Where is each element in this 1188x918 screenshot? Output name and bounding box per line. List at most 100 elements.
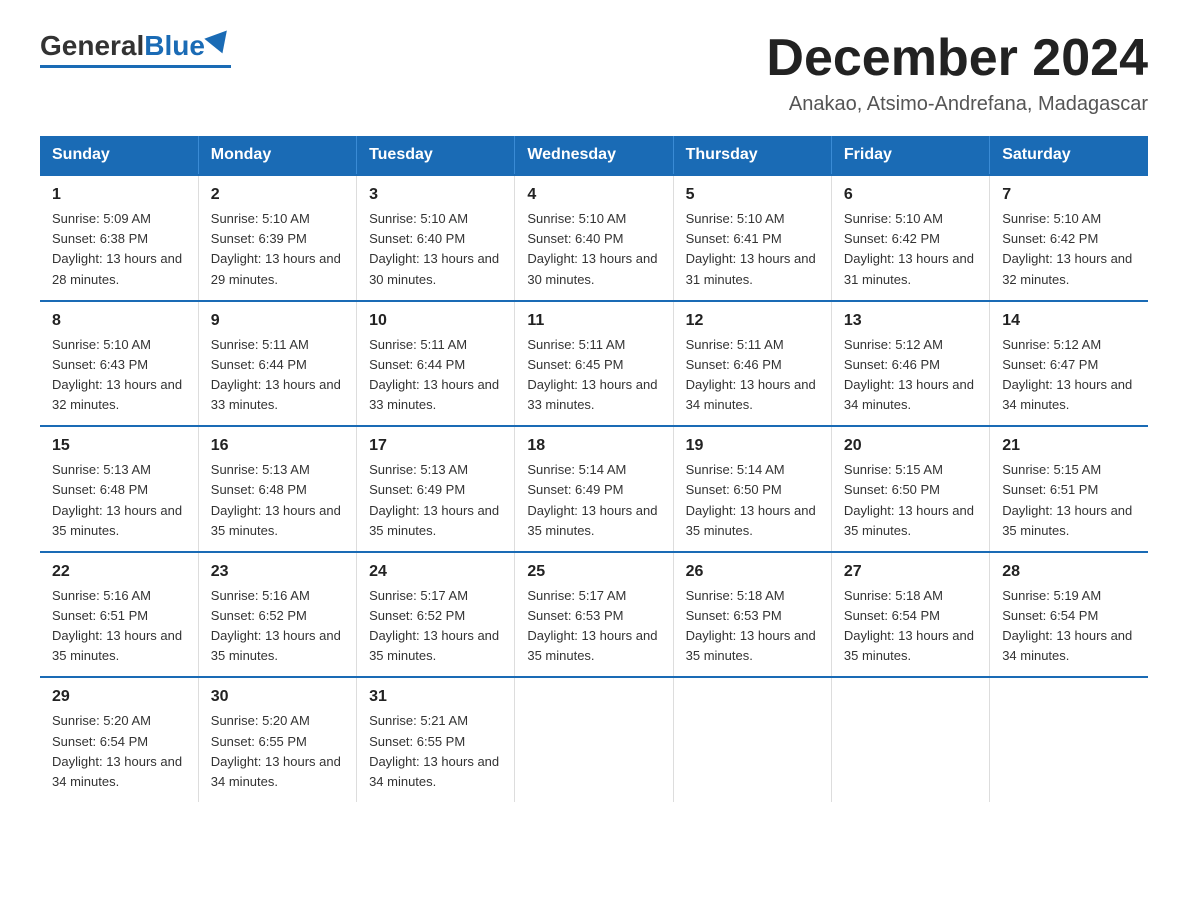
day-info: Sunrise: 5:15 AMSunset: 6:51 PMDaylight:… [1002, 460, 1136, 541]
day-number: 29 [52, 688, 186, 706]
day-info: Sunrise: 5:19 AMSunset: 6:54 PMDaylight:… [1002, 586, 1136, 667]
day-info: Sunrise: 5:10 AMSunset: 6:40 PMDaylight:… [369, 209, 502, 290]
calendar-cell: 16 Sunrise: 5:13 AMSunset: 6:48 PMDayligh… [198, 426, 356, 552]
day-number: 11 [527, 312, 660, 330]
calendar-cell: 6 Sunrise: 5:10 AMSunset: 6:42 PMDaylight… [831, 175, 989, 301]
day-info: Sunrise: 5:13 AMSunset: 6:48 PMDaylight:… [52, 460, 186, 541]
header-sunday: Sunday [40, 136, 198, 175]
day-number: 30 [211, 688, 344, 706]
day-number: 7 [1002, 186, 1136, 204]
day-info: Sunrise: 5:11 AMSunset: 6:46 PMDaylight:… [686, 335, 819, 416]
calendar-cell: 21 Sunrise: 5:15 AMSunset: 6:51 PMDayligh… [990, 426, 1148, 552]
calendar-cell: 17 Sunrise: 5:13 AMSunset: 6:49 PMDayligh… [357, 426, 515, 552]
day-number: 6 [844, 186, 977, 204]
calendar-cell: 25 Sunrise: 5:17 AMSunset: 6:53 PMDayligh… [515, 552, 673, 678]
day-number: 20 [844, 437, 977, 455]
day-info: Sunrise: 5:13 AMSunset: 6:48 PMDaylight:… [211, 460, 344, 541]
day-number: 4 [527, 186, 660, 204]
day-info: Sunrise: 5:09 AMSunset: 6:38 PMDaylight:… [52, 209, 186, 290]
day-info: Sunrise: 5:12 AMSunset: 6:46 PMDaylight:… [844, 335, 977, 416]
calendar-cell [990, 677, 1148, 802]
day-info: Sunrise: 5:15 AMSunset: 6:50 PMDaylight:… [844, 460, 977, 541]
day-info: Sunrise: 5:17 AMSunset: 6:52 PMDaylight:… [369, 586, 502, 667]
day-info: Sunrise: 5:11 AMSunset: 6:44 PMDaylight:… [211, 335, 344, 416]
calendar-cell: 19 Sunrise: 5:14 AMSunset: 6:50 PMDayligh… [673, 426, 831, 552]
calendar-cell: 9Sunrise: 5:11 AMSunset: 6:44 PMDaylight… [198, 301, 356, 427]
calendar-cell: 4 Sunrise: 5:10 AMSunset: 6:40 PMDaylight… [515, 175, 673, 301]
calendar-cell: 31 Sunrise: 5:21 AMSunset: 6:55 PMDayligh… [357, 677, 515, 802]
calendar-week-row: 1 Sunrise: 5:09 AMSunset: 6:38 PMDaylight… [40, 175, 1148, 301]
calendar-cell: 27Sunrise: 5:18 AMSunset: 6:54 PMDayligh… [831, 552, 989, 678]
day-number: 23 [211, 563, 344, 581]
calendar-week-row: 22Sunrise: 5:16 AMSunset: 6:51 PMDayligh… [40, 552, 1148, 678]
day-number: 2 [211, 186, 344, 204]
logo-underline [40, 65, 231, 68]
day-number: 26 [686, 563, 819, 581]
day-info: Sunrise: 5:13 AMSunset: 6:49 PMDaylight:… [369, 460, 502, 541]
day-info: Sunrise: 5:18 AMSunset: 6:53 PMDaylight:… [686, 586, 819, 667]
day-number: 21 [1002, 437, 1136, 455]
calendar-cell: 13Sunrise: 5:12 AMSunset: 6:46 PMDayligh… [831, 301, 989, 427]
day-number: 19 [686, 437, 819, 455]
day-info: Sunrise: 5:16 AMSunset: 6:52 PMDaylight:… [211, 586, 344, 667]
header-friday: Friday [831, 136, 989, 175]
header-saturday: Saturday [990, 136, 1148, 175]
calendar-cell: 2 Sunrise: 5:10 AMSunset: 6:39 PMDaylight… [198, 175, 356, 301]
day-number: 12 [686, 312, 819, 330]
header-wednesday: Wednesday [515, 136, 673, 175]
calendar-cell: 3 Sunrise: 5:10 AMSunset: 6:40 PMDaylight… [357, 175, 515, 301]
day-number: 18 [527, 437, 660, 455]
header-monday: Monday [198, 136, 356, 175]
day-info: Sunrise: 5:14 AMSunset: 6:50 PMDaylight:… [686, 460, 819, 541]
calendar-cell: 29 Sunrise: 5:20 AMSunset: 6:54 PMDayligh… [40, 677, 198, 802]
day-info: Sunrise: 5:10 AMSunset: 6:42 PMDaylight:… [1002, 209, 1136, 290]
day-info: Sunrise: 5:20 AMSunset: 6:55 PMDaylight:… [211, 711, 344, 792]
calendar-week-row: 15Sunrise: 5:13 AMSunset: 6:48 PMDayligh… [40, 426, 1148, 552]
page-header: GeneralBlue December 2024 Anakao, Atsimo… [40, 30, 1148, 116]
calendar-table: SundayMondayTuesdayWednesdayThursdayFrid… [40, 136, 1148, 802]
day-info: Sunrise: 5:12 AMSunset: 6:47 PMDaylight:… [1002, 335, 1136, 416]
day-number: 10 [369, 312, 502, 330]
calendar-cell: 1 Sunrise: 5:09 AMSunset: 6:38 PMDaylight… [40, 175, 198, 301]
logo-triangle-icon [204, 30, 233, 57]
calendar-cell: 23 Sunrise: 5:16 AMSunset: 6:52 PMDayligh… [198, 552, 356, 678]
calendar-cell: 11 Sunrise: 5:11 AMSunset: 6:45 PMDayligh… [515, 301, 673, 427]
day-number: 8 [52, 312, 186, 330]
calendar-cell [515, 677, 673, 802]
day-number: 14 [1002, 312, 1136, 330]
day-number: 25 [527, 563, 660, 581]
day-info: Sunrise: 5:10 AMSunset: 6:41 PMDaylight:… [686, 209, 819, 290]
day-number: 3 [369, 186, 502, 204]
calendar-cell: 14 Sunrise: 5:12 AMSunset: 6:47 PMDayligh… [990, 301, 1148, 427]
day-number: 17 [369, 437, 502, 455]
logo-general-text: General [40, 30, 144, 62]
day-info: Sunrise: 5:10 AMSunset: 6:42 PMDaylight:… [844, 209, 977, 290]
day-number: 16 [211, 437, 344, 455]
calendar-week-row: 8Sunrise: 5:10 AMSunset: 6:43 PMDaylight… [40, 301, 1148, 427]
day-number: 31 [369, 688, 502, 706]
day-info: Sunrise: 5:11 AMSunset: 6:45 PMDaylight:… [527, 335, 660, 416]
day-info: Sunrise: 5:17 AMSunset: 6:53 PMDaylight:… [527, 586, 660, 667]
day-info: Sunrise: 5:10 AMSunset: 6:40 PMDaylight:… [527, 209, 660, 290]
calendar-cell: 18 Sunrise: 5:14 AMSunset: 6:49 PMDayligh… [515, 426, 673, 552]
header-thursday: Thursday [673, 136, 831, 175]
day-info: Sunrise: 5:16 AMSunset: 6:51 PMDaylight:… [52, 586, 186, 667]
day-info: Sunrise: 5:14 AMSunset: 6:49 PMDaylight:… [527, 460, 660, 541]
header-tuesday: Tuesday [357, 136, 515, 175]
location-subtitle: Anakao, Atsimo-Andrefana, Madagascar [766, 93, 1148, 116]
day-number: 24 [369, 563, 502, 581]
calendar-cell: 12 Sunrise: 5:11 AMSunset: 6:46 PMDayligh… [673, 301, 831, 427]
calendar-cell: 22Sunrise: 5:16 AMSunset: 6:51 PMDayligh… [40, 552, 198, 678]
day-number: 1 [52, 186, 186, 204]
month-year-title: December 2024 [766, 30, 1148, 87]
calendar-week-row: 29 Sunrise: 5:20 AMSunset: 6:54 PMDayligh… [40, 677, 1148, 802]
day-info: Sunrise: 5:21 AMSunset: 6:55 PMDaylight:… [369, 711, 502, 792]
day-info: Sunrise: 5:20 AMSunset: 6:54 PMDaylight:… [52, 711, 186, 792]
calendar-cell: 20 Sunrise: 5:15 AMSunset: 6:50 PMDayligh… [831, 426, 989, 552]
day-info: Sunrise: 5:11 AMSunset: 6:44 PMDaylight:… [369, 335, 502, 416]
calendar-header-row: SundayMondayTuesdayWednesdayThursdayFrid… [40, 136, 1148, 175]
day-info: Sunrise: 5:10 AMSunset: 6:39 PMDaylight:… [211, 209, 344, 290]
calendar-cell: 15Sunrise: 5:13 AMSunset: 6:48 PMDayligh… [40, 426, 198, 552]
calendar-cell: 5Sunrise: 5:10 AMSunset: 6:41 PMDaylight… [673, 175, 831, 301]
calendar-cell: 8Sunrise: 5:10 AMSunset: 6:43 PMDaylight… [40, 301, 198, 427]
